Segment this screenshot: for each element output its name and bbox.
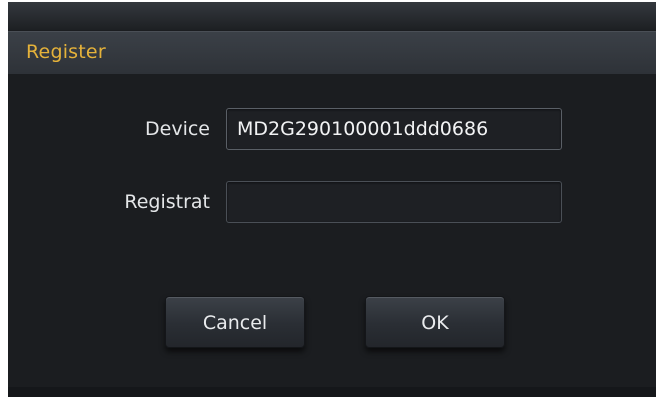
register-dialog: Register Device MD2G290100001ddd0686 Reg… — [8, 2, 656, 397]
device-field[interactable]: MD2G290100001ddd0686 — [226, 108, 562, 150]
top-strip — [8, 2, 656, 30]
ok-button[interactable]: OK — [365, 296, 505, 348]
registration-code-field[interactable] — [226, 181, 562, 223]
dialog-titlebar: Register — [8, 31, 656, 75]
screen: Register Device MD2G290100001ddd0686 Reg… — [0, 0, 656, 397]
dialog-bottom-edge — [8, 387, 656, 397]
cancel-button[interactable]: Cancel — [165, 296, 305, 348]
dialog-title: Register — [26, 41, 106, 63]
device-label: Device — [145, 118, 210, 140]
registration-label: Registrat — [124, 191, 210, 213]
dialog-body: Device MD2G290100001ddd0686 Registrat Ca… — [8, 74, 656, 387]
